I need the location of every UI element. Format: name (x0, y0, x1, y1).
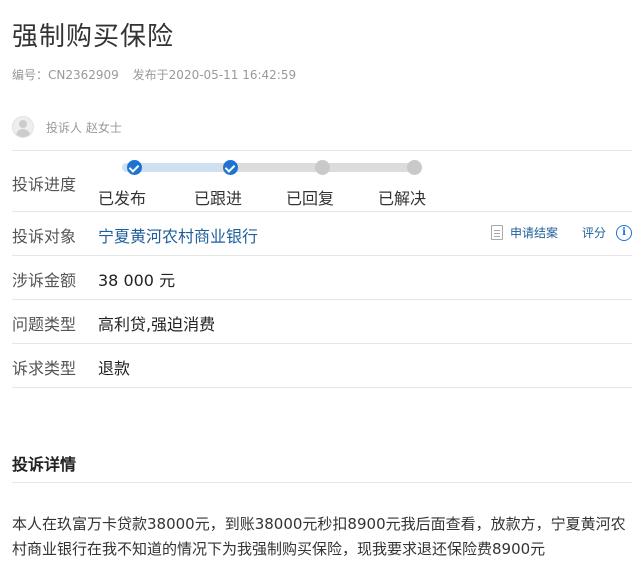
amount-label: 涉诉金额 (12, 271, 77, 290)
step-replied-dot (315, 160, 330, 175)
step-published-check-icon (127, 160, 142, 175)
issue-type-label: 问题类型 (12, 315, 77, 334)
details-heading: 投诉详情 (12, 455, 77, 474)
complaint-id-value: CN2362909 (48, 68, 119, 82)
apply-close-button[interactable]: 申请结案 (510, 224, 558, 241)
step-resolved-dot (407, 160, 422, 175)
demand-type-label: 诉求类型 (12, 359, 77, 378)
complainant-name: 投诉人 赵女士 (46, 120, 122, 135)
row-actions: 申请结案 评分 i (490, 224, 632, 241)
publish-time-value: 2020-05-11 16:42:59 (168, 68, 297, 82)
step-followed-label: 已跟进 (194, 189, 243, 208)
rate-button[interactable]: 评分 (582, 224, 606, 241)
complaint-id-label: 编号： (12, 68, 49, 82)
step-replied-label: 已回复 (286, 189, 335, 208)
amount-value: 38 000 元 (98, 271, 176, 290)
demand-type-row: 诉求类型 退款 (12, 343, 632, 388)
info-icon[interactable]: i (616, 224, 632, 241)
step-followed-check-icon (223, 160, 238, 175)
progress-track (122, 160, 422, 175)
target-row: 投诉对象 宁夏黄河农村商业银行 申请结案 评分 i (12, 211, 632, 255)
page-title: 强制购买保险 (12, 22, 175, 52)
step-resolved-label: 已解决 (378, 189, 427, 208)
publish-time: 发布于2020-05-11 16:42:59 (133, 68, 296, 82)
amount-row: 涉诉金额 38 000 元 (12, 255, 632, 299)
details-divider (12, 482, 632, 483)
step-published-label: 已发布 (98, 189, 147, 208)
progress-row: 投诉进度 已发布 已跟进 已回复 已解决 (12, 150, 632, 211)
avatar (12, 116, 34, 138)
progress-label: 投诉进度 (12, 175, 77, 194)
target-company-link[interactable]: 宁夏黄河农村商业银行 (98, 223, 258, 247)
issue-type-value: 高利贷,强迫消费 (98, 315, 216, 334)
issue-type-row: 问题类型 高利贷,强迫消费 (12, 299, 632, 343)
complainant: 投诉人 赵女士 (12, 116, 122, 138)
target-label: 投诉对象 (12, 227, 77, 246)
complaint-id: 编号：CN2362909 (12, 68, 119, 82)
document-icon (490, 225, 503, 240)
demand-type-value: 退款 (98, 359, 131, 378)
publish-time-label: 发布于 (132, 68, 169, 82)
complaint-meta: 编号：CN2362909 发布于2020-05-11 16:42:59 (12, 66, 306, 83)
complaint-detail-text: 本人在玖富万卡贷款38000元，到账38000元秒扣8900元我后面查看，放款方… (12, 515, 626, 558)
